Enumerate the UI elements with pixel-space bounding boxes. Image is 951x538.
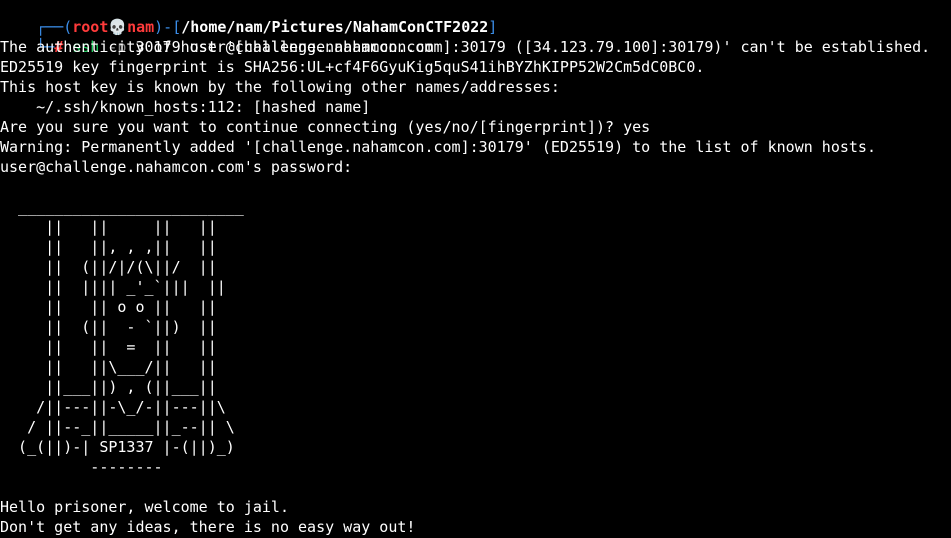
ascii-art-line: || (|| - `||) ||	[0, 318, 217, 336]
output-line: The authenticity of host '[challenge.nah…	[0, 38, 931, 56]
welcome-line: Hello prisoner, welcome to jail.	[0, 498, 289, 516]
ascii-art-line: / ||--_||_____||_--|| \	[0, 418, 235, 436]
output-line: Are you sure you want to continue connec…	[0, 118, 651, 136]
ascii-art-line: --------	[0, 458, 163, 476]
ascii-art-line: || || || ||	[0, 218, 217, 236]
prompt-header-line: ┌──(root💀nam)-[/home/nam/Pictures/NahamC…	[0, 0, 497, 36]
ascii-art-line: /||---||-\_/-||---||\	[0, 398, 226, 416]
terminal-window[interactable]: ┌──(root💀nam)-[/home/nam/Pictures/NahamC…	[0, 0, 951, 538]
ascii-art-line: || ||\___/|| ||	[0, 358, 217, 376]
output-line: This host key is known by the following …	[0, 78, 560, 96]
output-line: Warning: Permanently added '[challenge.n…	[0, 138, 876, 156]
password-prompt: user@challenge.nahamcon.com's password:	[0, 158, 362, 176]
ascii-art-line: || (||/|/(\||/ ||	[0, 258, 217, 276]
output-line: ED25519 key fingerprint is SHA256:UL+cf4…	[0, 58, 705, 76]
ascii-art-line: || || o o || ||	[0, 298, 217, 316]
prompt-close-bracket: ]	[488, 18, 498, 36]
ascii-art-line: || |||| _'_`||| ||	[0, 278, 226, 296]
ascii-art-line: || || = || ||	[0, 338, 217, 356]
welcome-line: Don't get any ideas, there is no easy wa…	[0, 518, 416, 536]
ascii-art-line: _________________________	[0, 198, 244, 216]
output-line: ~/.ssh/known_hosts:112: [hashed name]	[0, 98, 371, 116]
ascii-art-line: (_(||)-| SP1337 |-(||)_)	[0, 438, 235, 456]
ascii-art-line: ||___||) , (||___||	[0, 378, 217, 396]
ascii-art-line: || ||, , ,|| ||	[0, 238, 217, 256]
command-line: └─# ssh -p 30179 user@challenge.nahamcon…	[0, 17, 433, 56]
